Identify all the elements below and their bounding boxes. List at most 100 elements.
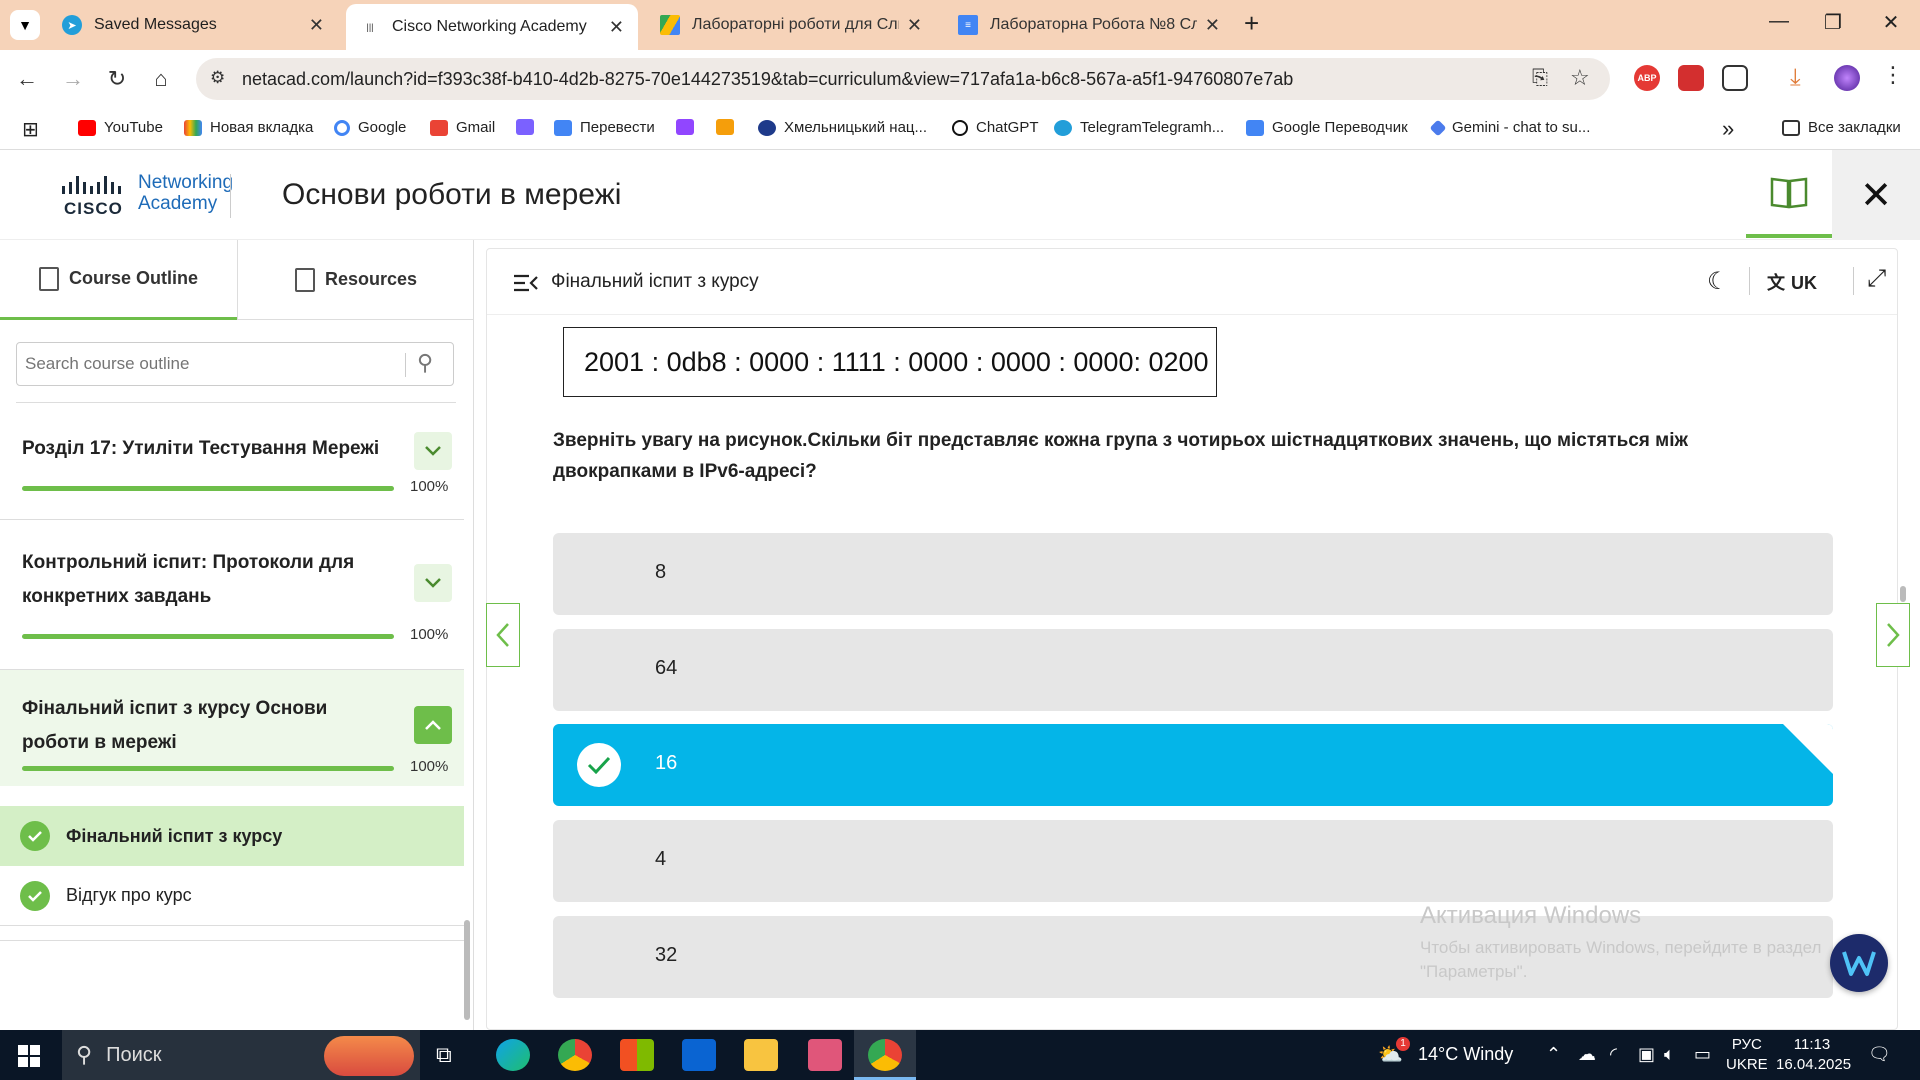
tab-resources[interactable]: Resources bbox=[237, 240, 474, 320]
bookmark-unnamed[interactable] bbox=[516, 119, 542, 135]
outline-section[interactable]: Розділ 17: Утиліти Тестування Мережі 100… bbox=[0, 404, 464, 520]
youtube-icon bbox=[78, 119, 96, 136]
outline-item[interactable]: Відгук про курс bbox=[0, 866, 464, 926]
windows-start-icon[interactable] bbox=[18, 1045, 40, 1067]
bookmark-unnamed[interactable] bbox=[716, 119, 742, 135]
home-button[interactable]: ⌂ bbox=[146, 64, 176, 94]
notifications-icon[interactable]: 🗨︎ bbox=[1868, 1044, 1891, 1065]
download-icon[interactable]: ⤓ bbox=[1790, 64, 1801, 92]
close-course-button[interactable]: ✕ bbox=[1832, 150, 1920, 240]
sidebar-scrollbar[interactable] bbox=[464, 920, 470, 1020]
logo-text-academy: Academy bbox=[138, 193, 218, 214]
outlook-icon[interactable] bbox=[682, 1039, 716, 1071]
answer-option[interactable]: 4 bbox=[553, 820, 1833, 902]
menu-collapse-icon[interactable] bbox=[513, 273, 539, 293]
browser-tab[interactable]: Лабораторні роботи для Слив ✕ bbox=[646, 6, 936, 44]
outline-item-active[interactable]: Фінальний іспит з курсу bbox=[0, 806, 464, 866]
tab-course-outline[interactable]: Course Outline bbox=[0, 240, 237, 320]
search-icon[interactable]: ⚲ bbox=[417, 350, 433, 376]
reload-button[interactable]: ↻ bbox=[102, 64, 132, 94]
bookmark-gmail[interactable]: Gmail bbox=[430, 119, 495, 136]
next-question-button[interactable] bbox=[1876, 603, 1910, 667]
close-icon[interactable]: ✕ bbox=[1205, 15, 1220, 36]
bookmark-translate[interactable]: Перевести bbox=[554, 119, 655, 136]
section-title: Розділ 17: Утиліти Тестування Мережі bbox=[22, 438, 380, 459]
profile-avatar[interactable] bbox=[1834, 65, 1860, 91]
cisco-networking-academy-logo[interactable]: CISCO Networking Academy bbox=[60, 172, 240, 218]
section-title: Фінальний іспит з курсу Основи роботи в … bbox=[22, 698, 328, 753]
browser-menu-icon[interactable]: ⋮ bbox=[1882, 62, 1904, 88]
wifi-icon[interactable]: ◜ bbox=[1610, 1044, 1617, 1065]
all-bookmarks[interactable]: Все закладки bbox=[1782, 119, 1901, 136]
app-icon bbox=[516, 119, 534, 135]
bookmark-university[interactable]: Хмельницький нац... bbox=[758, 119, 927, 136]
app-icon[interactable] bbox=[808, 1039, 842, 1071]
media-extension-icon[interactable] bbox=[1678, 65, 1704, 91]
bookmark-twitch[interactable] bbox=[676, 119, 702, 135]
tab-search-button[interactable]: ▼ bbox=[10, 10, 40, 40]
answer-option[interactable]: 64 bbox=[553, 629, 1833, 711]
chat-assistant-button[interactable] bbox=[1830, 934, 1888, 992]
close-icon[interactable]: ✕ bbox=[609, 17, 624, 38]
browser-tab[interactable]: ≡ Лабораторна Робота №8 Слив ✕ bbox=[944, 6, 1234, 44]
meet-icon[interactable]: ▣ bbox=[1638, 1044, 1655, 1065]
previous-question-button[interactable] bbox=[486, 603, 520, 667]
document-icon bbox=[294, 267, 315, 292]
language-button[interactable]: 文 UK bbox=[1767, 269, 1817, 295]
restore-button[interactable]: ❐ bbox=[1818, 10, 1848, 35]
install-app-icon[interactable]: ⎘ bbox=[1532, 67, 1548, 90]
book-button[interactable] bbox=[1746, 150, 1832, 238]
back-button[interactable]: ← bbox=[12, 64, 42, 94]
bookmark-star-icon[interactable]: ☆ bbox=[1570, 65, 1590, 91]
bookmark-google-translate[interactable]: Google Переводчик bbox=[1246, 119, 1408, 136]
bookmarks-overflow-icon[interactable]: » bbox=[1722, 116, 1734, 142]
language-indicator[interactable]: РУС UKRE bbox=[1726, 1035, 1768, 1075]
bookmark-chatgpt[interactable]: ChatGPT bbox=[952, 119, 1039, 136]
adblock-extension-icon[interactable]: ABP bbox=[1634, 65, 1660, 91]
bookmark-youtube[interactable]: YouTube bbox=[78, 119, 163, 136]
bookmark-telegram[interactable]: TelegramTelegramh... bbox=[1054, 119, 1224, 136]
page-scrollbar-thumb[interactable] bbox=[1900, 586, 1906, 602]
file-explorer-icon[interactable] bbox=[744, 1039, 778, 1071]
battery-icon[interactable]: ▭ bbox=[1694, 1044, 1711, 1065]
expand-button[interactable] bbox=[414, 564, 452, 602]
browser-tab-active[interactable]: ||| Cisco Networking Academy ✕ bbox=[346, 4, 638, 50]
address-bar[interactable]: ⚙ netacad.com/launch?id=f393c38f-b410-4d… bbox=[196, 58, 1610, 100]
extensions-puzzle-icon[interactable] bbox=[1722, 65, 1748, 91]
clock[interactable]: 11:13 16.04.2025 bbox=[1776, 1035, 1851, 1075]
chrome-icon[interactable] bbox=[558, 1039, 592, 1071]
store-icon[interactable] bbox=[620, 1039, 654, 1071]
section-progress-bar bbox=[22, 486, 394, 491]
outline-section[interactable]: Контрольний іспит: Протоколи для конкрет… bbox=[0, 520, 464, 670]
outline-section-expanded[interactable]: Фінальний іспит з курсу Основи роботи в … bbox=[0, 670, 464, 786]
taskbar-search[interactable]: ⚲ Поиск bbox=[62, 1030, 420, 1080]
new-tab-button[interactable]: + bbox=[1244, 8, 1259, 39]
volume-icon[interactable]: 🔈︎ bbox=[1664, 1044, 1675, 1065]
bookmark-gemini[interactable]: Gemini - chat to su... bbox=[1429, 119, 1590, 136]
url-text[interactable]: netacad.com/launch?id=f393c38f-b410-4d2b… bbox=[242, 69, 1293, 90]
chrome-profile-icon[interactable] bbox=[868, 1039, 902, 1071]
outline-search[interactable]: ⚲ bbox=[16, 342, 454, 386]
minimize-button[interactable]: — bbox=[1764, 10, 1794, 33]
apps-grid-icon[interactable]: ⊞ bbox=[22, 117, 39, 142]
answer-option-selected[interactable]: 16 bbox=[553, 724, 1833, 806]
answer-option[interactable]: 8 bbox=[553, 533, 1833, 615]
close-icon[interactable]: ✕ bbox=[907, 15, 922, 36]
close-icon[interactable]: ✕ bbox=[309, 15, 324, 36]
expand-button[interactable] bbox=[414, 432, 452, 470]
site-info-icon[interactable]: ⚙ bbox=[210, 68, 225, 88]
weather-text[interactable]: 14°C Windy bbox=[1418, 1044, 1513, 1065]
bookmark-google[interactable]: Google bbox=[334, 119, 406, 136]
edge-icon[interactable] bbox=[496, 1039, 530, 1071]
window-close-button[interactable]: ✕ bbox=[1876, 10, 1906, 35]
chevron-up-icon[interactable]: ⌃ bbox=[1546, 1044, 1561, 1065]
bookmark-new-tab[interactable]: Новая вкладка bbox=[184, 119, 313, 136]
browser-tab[interactable]: ➤ Saved Messages ✕ bbox=[48, 6, 338, 44]
collapse-button[interactable] bbox=[414, 706, 452, 744]
dark-mode-icon[interactable]: ☾ bbox=[1707, 267, 1729, 296]
task-view-icon[interactable]: ⧉ bbox=[436, 1042, 452, 1068]
fullscreen-icon[interactable]: ⤢ bbox=[1867, 265, 1886, 293]
cloud-icon[interactable]: ☁ bbox=[1578, 1044, 1596, 1065]
forward-button[interactable]: → bbox=[58, 64, 88, 94]
search-input[interactable] bbox=[25, 351, 395, 377]
